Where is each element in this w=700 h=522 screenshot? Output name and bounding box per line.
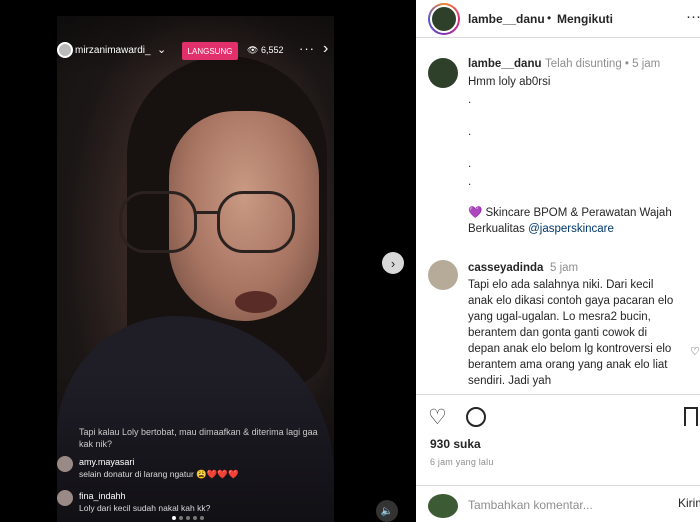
carousel-dot xyxy=(193,516,197,520)
author-username[interactable]: lambe__danu xyxy=(468,12,545,26)
live-comment-user: fina_indahh xyxy=(79,491,126,501)
promo-mention-link[interactable]: @jasperskincare xyxy=(528,223,614,235)
live-host-username[interactable]: mirzanimawardi_ xyxy=(75,45,151,56)
viewer-count: 👁 6,552 xyxy=(247,45,283,56)
caption-dot: . xyxy=(468,94,472,106)
post-panel: lambe__danu • Mengikuti ··· lambe__danu … xyxy=(416,0,700,522)
carousel-indicator xyxy=(172,516,204,520)
add-comment-input[interactable] xyxy=(468,496,668,514)
eye-icon: 👁 xyxy=(247,45,259,55)
comment-avatar[interactable] xyxy=(428,260,458,290)
carousel-dot xyxy=(179,516,183,520)
close-icon[interactable]: › xyxy=(323,40,328,58)
more-options-icon[interactable]: ··· xyxy=(686,8,700,25)
comment-like-icon[interactable]: ♡ xyxy=(690,345,700,358)
live-overlay-comment: Tapi kalau Loly bertobat, mau dimaafkan … xyxy=(79,427,318,449)
viewer-count-value: 6,552 xyxy=(260,45,284,55)
caption-promo: 💜 Skincare BPOM & Perawatan Wajah Berkua… xyxy=(468,205,693,237)
caption-dot: . xyxy=(468,176,472,188)
caption-username[interactable]: lambe__danu xyxy=(468,58,542,70)
live-comment-avatar xyxy=(57,456,73,472)
caption-line: Hmm loly ab0rsi xyxy=(468,76,551,88)
comment-text: Tapi elo ada salahnya niki. Dari kecil a… xyxy=(468,279,674,387)
caption-dot: . xyxy=(468,158,472,170)
caption-avatar[interactable] xyxy=(428,58,458,88)
comments-list[interactable]: lambe__danu Telah disunting • 5 jam Hmm … xyxy=(416,38,700,394)
speaker-icon: 🔈 xyxy=(380,505,394,517)
chevron-down-icon[interactable]: ⌄ xyxy=(157,43,166,56)
comment-meta: 5 jam xyxy=(550,262,579,274)
caption-meta: Telah disunting • 5 jam xyxy=(545,58,661,70)
like-icon[interactable]: ♡ xyxy=(428,405,447,430)
live-video[interactable]: mirzanimawardi_ ⌄ LANGSUNG 👁 6,552 ··· ›… xyxy=(57,16,334,522)
live-top-bar: mirzanimawardi_ ⌄ LANGSUNG 👁 6,552 ··· › xyxy=(57,38,334,64)
more-options-icon[interactable]: ··· xyxy=(299,41,315,56)
bookmark-icon[interactable] xyxy=(684,407,698,426)
comment-icon[interactable] xyxy=(466,407,486,427)
post-actions: ♡ 930 suka 6 jam yang lalu xyxy=(416,394,700,494)
post-comment-button[interactable]: Kirim xyxy=(678,496,700,510)
add-comment-bar: Kirim xyxy=(416,485,700,522)
carousel-dot xyxy=(200,516,204,520)
live-comment-user: amy.mayasari xyxy=(79,457,135,467)
carousel-dot xyxy=(172,516,176,520)
following-button[interactable]: Mengikuti xyxy=(557,12,613,26)
live-comment-avatar xyxy=(57,490,73,506)
caption-dot: . xyxy=(468,126,472,138)
live-badge: LANGSUNG xyxy=(182,42,238,60)
live-comment-text: selain donatur di larang ngatur 😩❤️❤️❤️ xyxy=(79,469,239,479)
post-header: lambe__danu • Mengikuti ··· xyxy=(416,0,700,38)
carousel-dot xyxy=(186,516,190,520)
post-timestamp: 6 jam yang lalu xyxy=(430,457,494,467)
live-comment-text: Loly dari kecil sudah nakal kah kk? xyxy=(79,503,211,513)
like-count[interactable]: 930 suka xyxy=(430,437,481,451)
comment-username[interactable]: casseyadinda xyxy=(468,262,543,274)
header-separator: • xyxy=(547,11,552,25)
next-slide-button[interactable]: › xyxy=(382,252,404,274)
chevron-right-icon: › xyxy=(390,255,396,271)
mute-button[interactable]: 🔈 xyxy=(376,500,398,522)
emoji-icon[interactable] xyxy=(428,494,458,518)
live-host-avatar[interactable] xyxy=(57,42,73,58)
author-avatar[interactable] xyxy=(428,3,460,35)
